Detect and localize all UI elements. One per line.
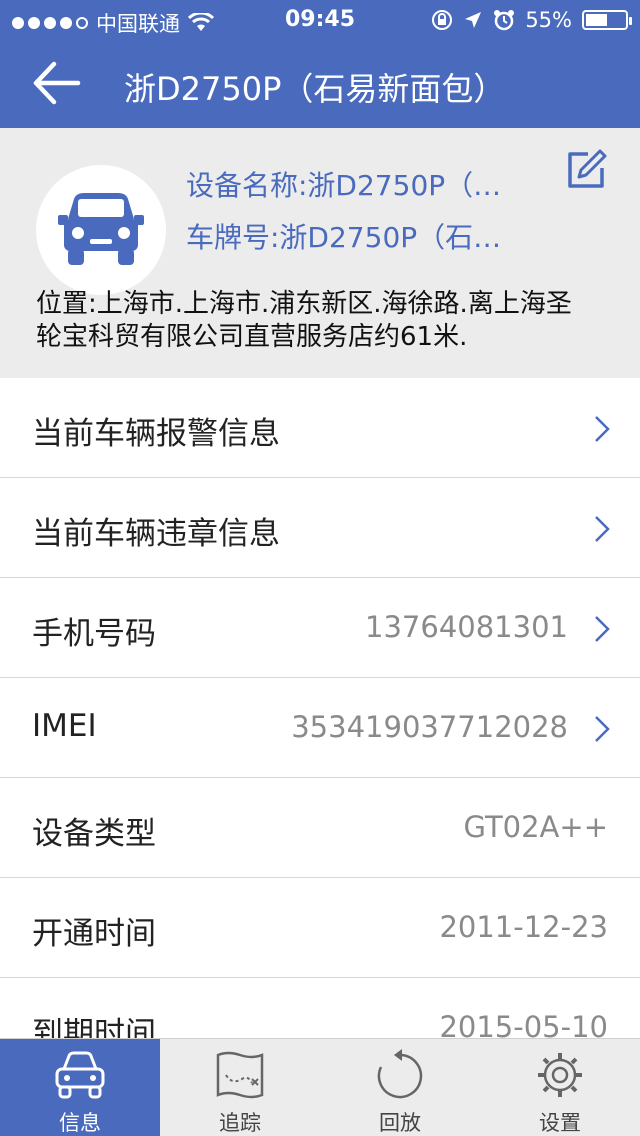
chevron-right-icon: [595, 416, 610, 442]
map-icon: [216, 1051, 264, 1099]
vehicle-header: 设备名称:浙D2750P（… 车牌号:浙D2750P（石… 位置:上海市.上海市…: [0, 128, 640, 378]
row-label: 开通时间: [32, 916, 156, 952]
top-bar: 中国联通 09:45 55% 浙D2750P（石易新面包）: [0, 0, 640, 128]
nav-bar: 浙D2750P（石易新面包）: [0, 40, 640, 128]
info-list: 当前车辆报警信息 当前车辆违章信息 手机号码 13764081301 IMEI …: [0, 378, 640, 1078]
tab-label: 回放: [379, 1111, 421, 1135]
row-label: 设备类型: [32, 816, 156, 852]
status-right: 55%: [431, 8, 632, 32]
activation-date-row: 开通时间 2011-12-23: [0, 878, 640, 978]
car-icon: [58, 193, 144, 265]
battery-percent: 55%: [525, 8, 572, 32]
alarm-info-row[interactable]: 当前车辆报警信息: [0, 378, 640, 478]
violation-info-row[interactable]: 当前车辆违章信息: [0, 478, 640, 578]
tab-track[interactable]: 追踪: [160, 1039, 320, 1136]
device-type-row: 设备类型 GT02A++: [0, 778, 640, 878]
tab-label: 信息: [59, 1111, 101, 1135]
plate-number: 车牌号:浙D2750P（石…: [186, 221, 502, 254]
gear-icon: [538, 1053, 582, 1097]
rotation-lock-icon: [432, 10, 453, 30]
back-arrow-icon[interactable]: [28, 58, 84, 108]
chevron-right-icon: [595, 516, 610, 542]
phone-number-row[interactable]: 手机号码 13764081301: [0, 578, 640, 678]
row-label: 当前车辆违章信息: [32, 516, 280, 552]
tab-replay[interactable]: 回放: [320, 1039, 480, 1136]
activation-date-value: 2011-12-23: [439, 910, 608, 944]
alarm-icon: [494, 10, 515, 31]
tab-settings[interactable]: 设置: [480, 1039, 640, 1136]
chevron-right-icon: [595, 616, 610, 642]
status-bar: 中国联通 09:45 55%: [0, 0, 640, 40]
device-name: 设备名称:浙D2750P（…: [186, 169, 502, 202]
chevron-right-icon: [595, 716, 610, 742]
row-label: IMEI: [32, 708, 97, 744]
vehicle-avatar: [36, 165, 166, 295]
location-arrow-icon: [465, 12, 482, 28]
page-title: 浙D2750P（石易新面包）: [124, 70, 506, 108]
car-icon: [55, 1051, 105, 1099]
tab-label: 设置: [539, 1111, 581, 1135]
imei-value: 353419037712028: [291, 710, 568, 744]
phone-number-value: 13764081301: [365, 610, 568, 644]
tab-info[interactable]: 信息: [0, 1039, 160, 1136]
replay-icon: [377, 1049, 423, 1099]
tab-bar: 信息 追踪 回放 设置: [0, 1038, 640, 1136]
row-label: 手机号码: [32, 616, 156, 652]
row-label: 当前车辆报警信息: [32, 416, 280, 452]
edit-icon[interactable]: [564, 148, 608, 192]
tab-label: 追踪: [219, 1111, 261, 1135]
imei-row[interactable]: IMEI 353419037712028: [0, 678, 640, 778]
location-text: 位置:上海市.上海市.浦东新区.海徐路.离上海圣轮宝科贸有限公司直营服务店约61…: [36, 289, 572, 352]
battery-icon: [582, 10, 632, 30]
device-type-value: GT02A++: [463, 810, 609, 844]
